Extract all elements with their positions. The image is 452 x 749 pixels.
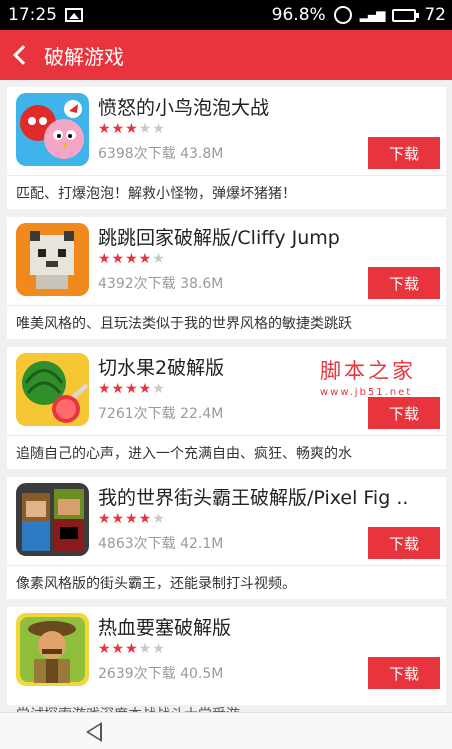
nav-back-triangle-icon[interactable] (86, 722, 102, 742)
download-button[interactable]: 下载 (368, 397, 440, 429)
rating-stars: ★★★★★ (98, 511, 166, 527)
rating-stars: ★★★★★ (98, 251, 166, 267)
signal-icon: ▂▄▆ (359, 8, 386, 22)
status-time: 17:25 (8, 5, 57, 25)
fruit-ninja-app-icon[interactable] (16, 353, 89, 426)
system-nav-bar (0, 712, 452, 749)
battery-percent: 96.8% (271, 5, 326, 25)
app-description: 像素风格版的街头霸王，还能录制打斗视频。 (7, 565, 446, 599)
app-bar: 破解游戏 (0, 30, 452, 80)
fortress-soldier-app-icon[interactable] (16, 613, 89, 686)
app-description: 追随自己的心声，进入一个充满自由、疯狂、畅爽的水 (7, 435, 446, 469)
image-notification-icon (65, 8, 83, 22)
watermark-title: 脚本之家 (320, 359, 416, 383)
app-meta: 2639次下载 40.5M (98, 666, 224, 682)
app-name[interactable]: 跳跳回家破解版/Cliffy Jump (98, 223, 438, 250)
app-description: 唯美风格的、且玩法类似于我的世界风格的敏捷类跳跃 (7, 305, 446, 339)
battery-icon (392, 8, 420, 22)
app-description: 匹配、打爆泡泡！解救小怪物，弹爆坏猪猪！ (7, 175, 446, 209)
angry-birds-app-icon[interactable] (16, 93, 89, 166)
app-meta: 4863次下载 42.1M (98, 536, 224, 552)
rating-stars: ★★★★★ (98, 641, 166, 657)
battery-level: 72 (424, 5, 446, 25)
status-bar: 17:25 96.8% ▂▄▆ 72 (0, 0, 452, 30)
alarm-icon (333, 6, 352, 24)
download-button[interactable]: 下载 (368, 137, 440, 169)
download-button[interactable]: 下载 (368, 267, 440, 299)
watermark: 脚本之家 www.jb51.net (320, 355, 448, 401)
rating-stars: ★★★★★ (98, 121, 166, 137)
app-name[interactable]: 热血要塞破解版 (98, 613, 438, 640)
app-list-item[interactable]: 跳跳回家破解版/Cliffy Jump ★★★★★ 4392次下载 38.6M … (7, 217, 446, 339)
page-title: 破解游戏 (44, 44, 124, 69)
back-arrow-icon[interactable] (13, 45, 33, 65)
app-name[interactable]: 愤怒的小鸟泡泡大战 (98, 93, 438, 120)
pixel-fighter-app-icon[interactable] (16, 483, 89, 556)
cliffy-jump-app-icon[interactable] (16, 223, 89, 296)
app-meta: 7261次下载 22.4M (98, 406, 224, 422)
app-list-item[interactable]: 我的世界街头霸王破解版/Pixel Fig .. ★★★★★ 4863次下载 4… (7, 477, 446, 599)
download-button[interactable]: 下载 (368, 527, 440, 559)
app-meta: 6398次下载 43.8M (98, 146, 224, 162)
app-name[interactable]: 我的世界街头霸王破解版/Pixel Fig .. (98, 483, 438, 510)
app-list-item[interactable]: 热血要塞破解版 ★★★★★ 2639次下载 40.5M 下载 (7, 607, 446, 705)
rating-stars: ★★★★★ (98, 381, 166, 397)
watermark-url: www.jb51.net (320, 387, 413, 398)
app-list-item[interactable]: 愤怒的小鸟泡泡大战 ★★★★★ 6398次下载 43.8M 下载 匹配、打爆泡泡… (7, 87, 446, 209)
app-meta: 4392次下载 38.6M (98, 276, 224, 292)
download-button[interactable]: 下载 (368, 657, 440, 689)
